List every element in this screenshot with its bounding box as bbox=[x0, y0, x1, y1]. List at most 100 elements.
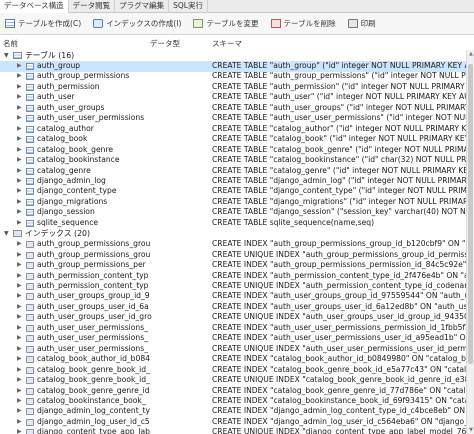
row-name: auth_group bbox=[37, 61, 81, 70]
vertical-scrollbar[interactable]: ▲ ▼ bbox=[466, 50, 474, 434]
expand-arrow-icon[interactable]: ▶ bbox=[17, 406, 22, 417]
row-schema: CREATE TABLE "auth_user_user_permissions… bbox=[212, 113, 466, 123]
index-row[interactable]: ▶ django_content_type_app_lab CREATE UNIQU… bbox=[0, 427, 466, 434]
table-row[interactable]: ▶ auth_group_permissions CREATE TABLE "aut… bbox=[0, 71, 466, 82]
index-row[interactable]: ▶ auth_user_groups_user_id_gro CREATE UNIQ… bbox=[0, 312, 466, 323]
expand-arrow-icon[interactable]: ▶ bbox=[17, 166, 22, 177]
print-button[interactable]: 印刷 bbox=[345, 16, 381, 32]
expand-arrow-icon[interactable]: ▶ bbox=[17, 207, 22, 218]
column-header-schema[interactable]: スキーマ bbox=[212, 38, 242, 49]
expand-arrow-icon[interactable]: ▶ bbox=[17, 323, 22, 334]
index-row[interactable]: ▶ auth_permission_content_typ CREATE UNIQU… bbox=[0, 281, 466, 292]
index-row[interactable]: ▶ catalog_book_genre_book_id_ CREATE INDEX… bbox=[0, 365, 466, 376]
scroll-up-arrow-icon[interactable]: ▲ bbox=[467, 50, 474, 58]
table-row[interactable]: ▶ catalog_book_genre CREATE TABLE "catalog… bbox=[0, 145, 466, 156]
index-row[interactable]: ▶ auth_user_groups_group_id_9 CREATE INDEX… bbox=[0, 291, 466, 302]
expand-arrow-icon[interactable]: ▶ bbox=[17, 176, 22, 187]
table-row[interactable]: ▶ auth_user_groups CREATE TABLE "auth_user… bbox=[0, 103, 466, 114]
schema-tree[interactable]: ▼ テーブル (16) ▼ インデックス (20) ▶ auth_group CRE… bbox=[0, 50, 474, 434]
expand-arrow-icon[interactable]: ▶ bbox=[17, 82, 22, 93]
column-header-name[interactable]: 名前 bbox=[3, 38, 18, 49]
expand-arrow-icon[interactable]: ▶ bbox=[17, 92, 22, 103]
expand-arrow-icon[interactable]: ▶ bbox=[17, 145, 22, 156]
expand-arrow-icon[interactable]: ▶ bbox=[17, 113, 22, 124]
expand-arrow-icon[interactable]: ▶ bbox=[17, 312, 22, 323]
expand-arrow-icon[interactable]: ▶ bbox=[17, 386, 22, 397]
table-row[interactable]: ▶ auth_group CREATE TABLE "auth_group" ("i… bbox=[0, 61, 466, 72]
expand-arrow-icon[interactable]: ▶ bbox=[17, 197, 22, 208]
index-row[interactable]: ▶ catalog_book_genre_genre_id CREATE INDEX… bbox=[0, 386, 466, 397]
index-row[interactable]: ▶ auth_user_user_permissions_ CREATE INDEX… bbox=[0, 323, 466, 334]
create-table-button[interactable]: テーブルを作成(C) bbox=[2, 16, 86, 32]
collapse-arrow-icon[interactable]: ▼ bbox=[4, 50, 9, 61]
expand-arrow-icon[interactable]: ▶ bbox=[17, 396, 22, 407]
expand-arrow-icon[interactable]: ▶ bbox=[17, 427, 22, 434]
expand-arrow-icon[interactable]: ▶ bbox=[17, 271, 22, 282]
table-row[interactable]: ▶ auth_user_user_permissions CREATE TABLE … bbox=[0, 113, 466, 124]
expand-arrow-icon[interactable]: ▶ bbox=[17, 375, 22, 386]
create-index-button[interactable]: インデックスの作成(I) bbox=[90, 16, 186, 32]
table-row[interactable]: ▶ catalog_book CREATE TABLE "catalog_book"… bbox=[0, 134, 466, 145]
index-row[interactable]: ▶ auth_user_groups_user_id_6a CREATE INDEX… bbox=[0, 302, 466, 313]
expand-arrow-icon[interactable]: ▶ bbox=[17, 250, 22, 261]
index-row[interactable]: ▶ catalog_bookinstance_book_ CREATE INDEX … bbox=[0, 396, 466, 407]
table-row[interactable]: ▶ django_admin_log CREATE TABLE "django_ad… bbox=[0, 176, 466, 187]
tab-execute-sql[interactable]: SQL実行 bbox=[169, 0, 208, 13]
expand-arrow-icon[interactable]: ▶ bbox=[17, 417, 22, 428]
expand-arrow-icon[interactable]: ▶ bbox=[17, 134, 22, 145]
index-row[interactable]: ▶ auth_group_permissions_grou CREATE INDEX… bbox=[0, 239, 466, 250]
index-row[interactable]: ▶ auth_group_permissions_per CREATE INDEX … bbox=[0, 260, 466, 271]
expand-arrow-icon[interactable]: ▶ bbox=[17, 218, 22, 229]
row-schema: CREATE TABLE "catalog_author" ("id" inte… bbox=[212, 123, 466, 133]
index-row[interactable]: ▶ auth_group_permissions_grou CREATE UNIQU… bbox=[0, 250, 466, 261]
row-name: auth_group_permissions_grou bbox=[37, 239, 151, 249]
column-header-type[interactable]: データ型 bbox=[150, 38, 180, 49]
expand-arrow-icon[interactable]: ▶ bbox=[17, 302, 22, 313]
index-row[interactable]: ▶ auth_permission_content_typ CREATE INDEX… bbox=[0, 271, 466, 282]
expand-arrow-icon[interactable]: ▶ bbox=[17, 344, 22, 355]
expand-arrow-icon[interactable]: ▶ bbox=[17, 155, 22, 166]
tab-browse-data[interactable]: データ閲覧 bbox=[69, 0, 116, 13]
tab-edit-pragmas[interactable]: プラグマ編集 bbox=[115, 0, 170, 13]
collapse-arrow-icon[interactable]: ▼ bbox=[4, 228, 9, 239]
table-row[interactable]: ▶ django_content_type CREATE TABLE "django… bbox=[0, 186, 466, 197]
row-name: auth_user_user_permissions_ bbox=[37, 322, 148, 332]
row-name: catalog_book_genre bbox=[37, 144, 114, 154]
row-schema: CREATE TABLE "auth_permission" ("id" int… bbox=[212, 81, 466, 91]
table-row[interactable]: ▶ catalog_genre CREATE TABLE "catalog_genr… bbox=[0, 166, 466, 177]
index-row[interactable]: ▶ catalog_book_author_id_b084 CREATE INDEX… bbox=[0, 354, 466, 365]
expand-arrow-icon[interactable]: ▶ bbox=[17, 186, 22, 197]
scrollbar-thumb[interactable] bbox=[468, 64, 473, 364]
table-row[interactable]: ▶ django_session CREATE TABLE "django_sess… bbox=[0, 207, 466, 218]
scroll-down-arrow-icon[interactable]: ▼ bbox=[467, 426, 474, 434]
expand-arrow-icon[interactable]: ▶ bbox=[17, 260, 22, 271]
index-row[interactable]: ▶ auth_user_user_permissions_ CREATE UNIQU… bbox=[0, 344, 466, 355]
group-indexes[interactable]: ▼ インデックス (20) bbox=[0, 228, 466, 239]
index-row[interactable]: ▶ auth_user_user_permissions_ CREATE INDEX… bbox=[0, 333, 466, 344]
row-schema: CREATE TABLE "django_content_type" ("id"… bbox=[212, 186, 466, 196]
index-row[interactable]: ▶ django_admin_log_user_id_c5 CREATE INDEX… bbox=[0, 417, 466, 428]
expand-arrow-icon[interactable]: ▶ bbox=[17, 71, 22, 82]
expand-arrow-icon[interactable]: ▶ bbox=[17, 61, 22, 72]
expand-arrow-icon[interactable]: ▶ bbox=[17, 124, 22, 135]
expand-arrow-icon[interactable]: ▶ bbox=[17, 354, 22, 365]
table-row[interactable]: ▶ django_migrations CREATE TABLE "django_m… bbox=[0, 197, 466, 208]
table-row[interactable]: ▶ catalog_bookinstance CREATE TABLE "catal… bbox=[0, 155, 466, 166]
modify-table-button[interactable]: テーブルを変更 bbox=[190, 16, 263, 32]
row-schema: CREATE TABLE "catalog_bookinstance" ("id… bbox=[212, 155, 466, 165]
expand-arrow-icon[interactable]: ▶ bbox=[17, 365, 22, 376]
delete-table-button[interactable]: テーブルを削除 bbox=[268, 16, 341, 32]
expand-arrow-icon[interactable]: ▶ bbox=[17, 281, 22, 292]
expand-arrow-icon[interactable]: ▶ bbox=[17, 239, 22, 250]
table-row[interactable]: ▶ catalog_author CREATE TABLE "catalog_aut… bbox=[0, 124, 466, 135]
expand-arrow-icon[interactable]: ▶ bbox=[17, 291, 22, 302]
table-row[interactable]: ▶ auth_user CREATE TABLE "auth_user" ("id"… bbox=[0, 92, 466, 103]
table-row[interactable]: ▶ sqlite_sequence CREATE TABLE sqlite_sequ… bbox=[0, 218, 466, 229]
table-row[interactable]: ▶ auth_permission CREATE TABLE "auth_permi… bbox=[0, 82, 466, 93]
tab-database-structure[interactable]: データベース構造 bbox=[0, 0, 69, 13]
group-tables[interactable]: ▼ テーブル (16) bbox=[0, 50, 466, 61]
expand-arrow-icon[interactable]: ▶ bbox=[17, 103, 22, 114]
expand-arrow-icon[interactable]: ▶ bbox=[17, 333, 22, 344]
index-row[interactable]: ▶ catalog_book_genre_book_id_ CREATE UNIQU… bbox=[0, 375, 466, 386]
index-row[interactable]: ▶ django_admin_log_content_ty CREATE INDEX… bbox=[0, 406, 466, 417]
